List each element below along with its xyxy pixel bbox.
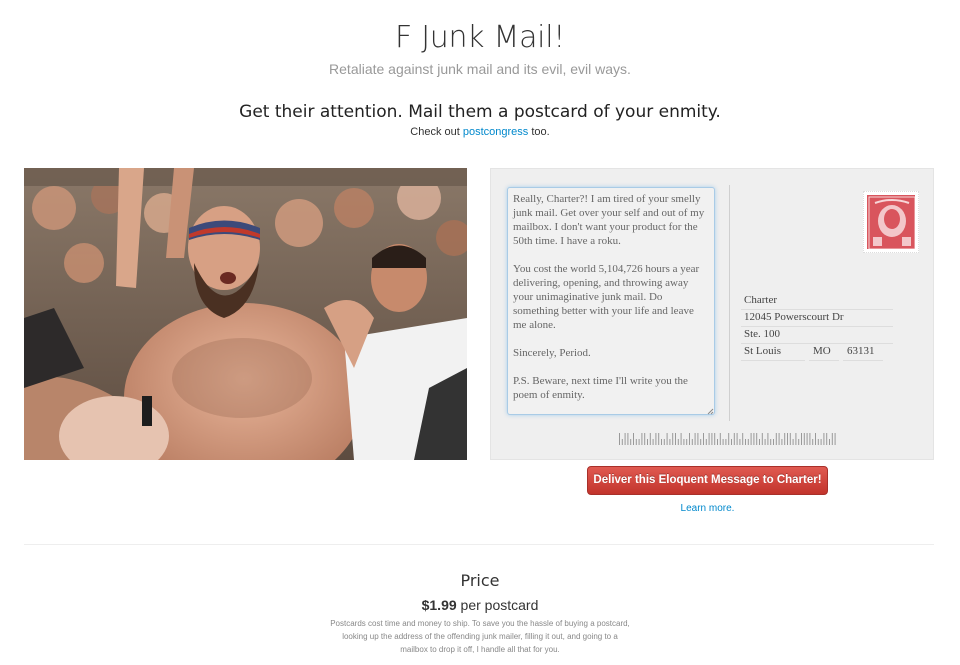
crowd-photo [24,168,467,460]
checkout-note: Check out postcongress too. [0,126,960,138]
message-textarea[interactable]: Really, Charter?! I am tired of your sme… [507,187,715,415]
checkout-prefix: Check out [410,126,463,138]
page-title: F Junk Mail! [395,20,565,55]
address-unit: Ste. 100 [744,328,781,340]
price-amount: $1.99 [421,597,457,613]
address-state: MO [813,345,831,357]
address-street: 12045 Powerscourt Dr [744,311,844,323]
page-subtitle: Retaliate against junk mail and its evil… [329,61,631,77]
learn-more-link[interactable]: Learn more. [587,503,828,514]
postage-stamp-icon [863,191,919,253]
address-city: St Louis [744,345,781,357]
postcongress-link[interactable]: postcongress [463,126,528,138]
address-zip: 63131 [847,345,875,357]
address-name: Charter [744,294,777,306]
barcode-icon [619,433,836,445]
postcard: Really, Charter?! I am tired of your sme… [490,168,934,460]
price-value: $1.99 per postcard [0,597,960,613]
resize-handle-icon[interactable] [707,408,714,415]
tagline: Get their attention. Mail them a postcar… [239,102,721,122]
price-unit: per postcard [456,597,539,613]
deliver-button[interactable]: Deliver this Eloquent Message to Charter… [587,466,828,495]
postcard-divider [729,185,730,421]
price-description: Postcards cost time and money to ship. T… [330,619,630,654]
price-heading: Price [460,571,500,590]
checkout-suffix: too. [528,126,550,138]
section-divider [24,544,934,545]
